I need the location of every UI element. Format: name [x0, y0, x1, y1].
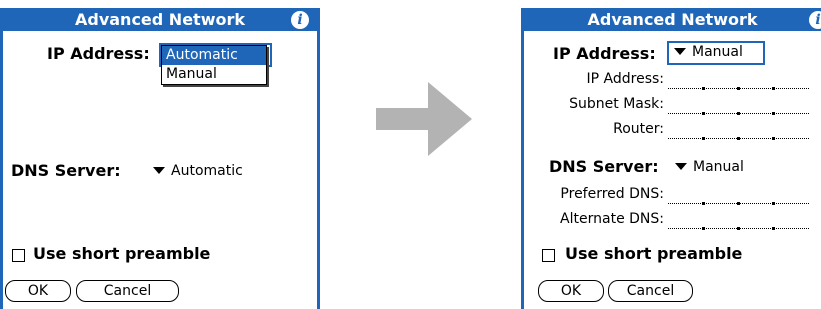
ip-address-label: IP Address:	[47, 44, 150, 63]
ip-address-popup-list: Automatic Manual	[161, 45, 267, 85]
preferred-dns-label: Preferred DNS:	[560, 186, 664, 202]
ip-address-field-label: IP Address:	[586, 71, 665, 87]
dns-server-label: DNS Server:	[11, 161, 121, 180]
popup-item-manual[interactable]: Manual	[162, 65, 266, 84]
dns-server-trigger[interactable]: Manual	[675, 159, 744, 175]
alternate-dns-input[interactable]	[668, 218, 809, 230]
dns-server-value: Manual	[693, 159, 744, 175]
ip-address-trigger[interactable]: Manual	[674, 44, 743, 60]
dns-server-label: DNS Server:	[549, 157, 659, 176]
ip-address-value: Manual	[692, 44, 743, 60]
short-preamble-label: Use short preamble	[33, 244, 211, 263]
right-screen: Advanced Network i IP Address: Manual IP…	[521, 8, 821, 309]
ok-button[interactable]: OK	[538, 280, 604, 302]
right-arrow-icon	[376, 82, 472, 156]
cancel-button[interactable]: Cancel	[76, 280, 179, 302]
short-preamble-checkbox[interactable]	[542, 249, 555, 262]
ip-address-label: IP Address:	[553, 44, 656, 63]
ip-address-input[interactable]	[668, 78, 809, 90]
triangle-down-icon	[675, 162, 687, 170]
ok-button[interactable]: OK	[5, 280, 71, 302]
title-bar: Advanced Network i	[3, 9, 317, 31]
preferred-dns-input[interactable]	[668, 193, 809, 205]
alternate-dns-label: Alternate DNS:	[560, 211, 664, 227]
left-screen: Advanced Network i IP Address: Automatic…	[0, 8, 320, 309]
router-label: Router:	[613, 121, 664, 137]
info-icon[interactable]: i	[291, 11, 309, 29]
triangle-down-icon	[153, 166, 165, 174]
dns-server-trigger[interactable]: Automatic	[153, 163, 243, 179]
short-preamble-label: Use short preamble	[565, 244, 743, 263]
dns-server-value: Automatic	[171, 163, 243, 179]
popup-item-automatic[interactable]: Automatic	[162, 46, 266, 65]
window-title: Advanced Network	[587, 10, 758, 29]
short-preamble-checkbox[interactable]	[12, 249, 25, 262]
triangle-down-icon	[674, 47, 686, 55]
subnet-mask-label: Subnet Mask:	[569, 96, 664, 112]
router-input[interactable]	[668, 128, 809, 140]
window-title: Advanced Network	[74, 10, 245, 29]
cancel-button[interactable]: Cancel	[608, 280, 693, 302]
info-icon[interactable]: i	[809, 11, 821, 29]
title-bar: Advanced Network i	[524, 9, 821, 31]
subnet-mask-input[interactable]	[668, 103, 809, 115]
